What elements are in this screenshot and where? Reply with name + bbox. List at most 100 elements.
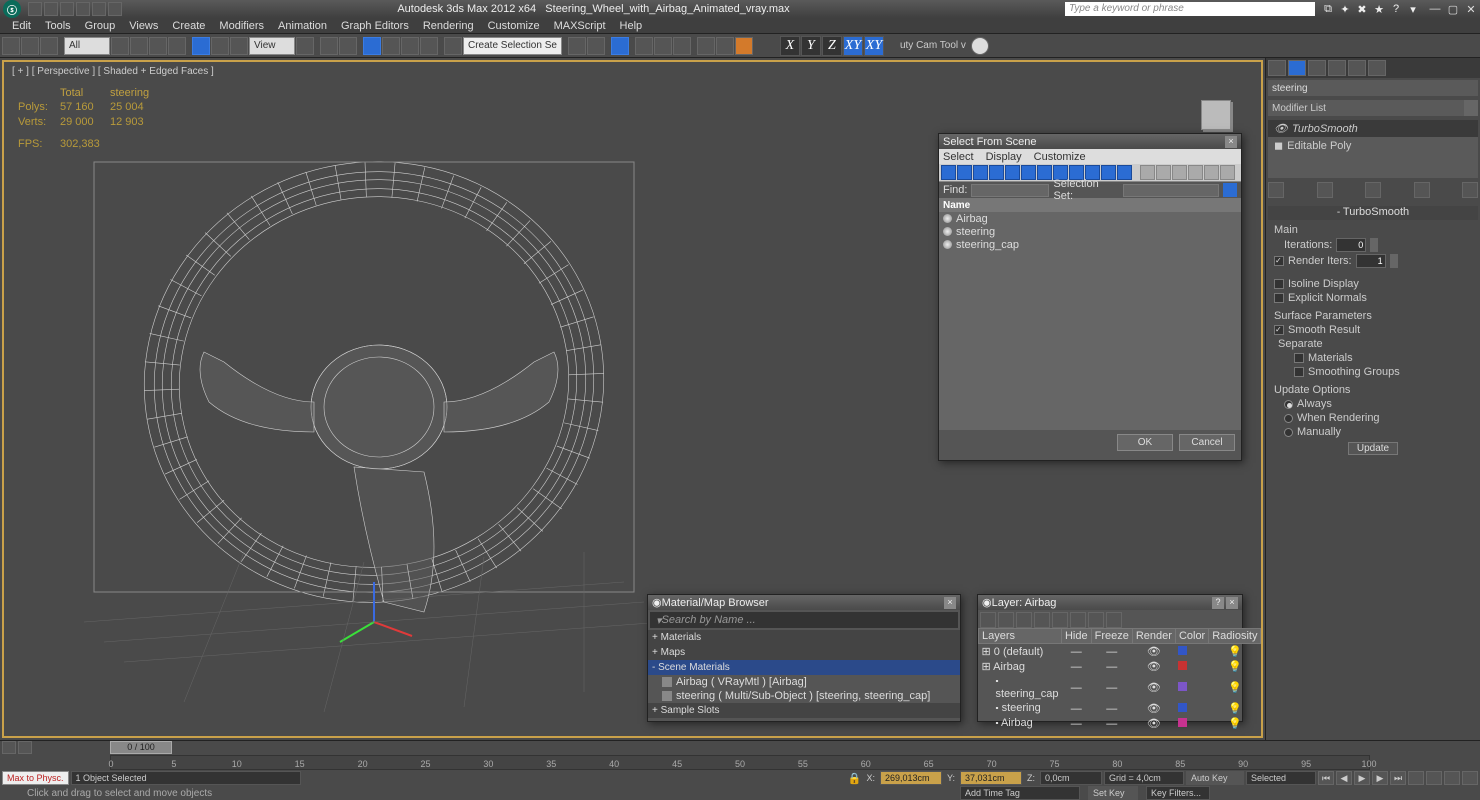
menu-create[interactable]: Create xyxy=(166,19,211,33)
select-scale-icon[interactable] xyxy=(230,37,248,55)
percent-snap-icon[interactable] xyxy=(401,37,419,55)
prev-frame-icon[interactable]: ◀ xyxy=(1336,771,1352,785)
cancel-button[interactable]: Cancel xyxy=(1179,434,1235,451)
col-radiosity[interactable]: Radiosity xyxy=(1209,629,1261,644)
configure-sets-icon[interactable] xyxy=(1462,182,1478,198)
maxscript-button[interactable]: Max to Physc. xyxy=(2,771,69,785)
select-none-icon[interactable] xyxy=(1204,165,1219,180)
axis-z-button[interactable]: Z xyxy=(822,36,842,56)
new-layer-icon[interactable] xyxy=(980,612,996,628)
tab-display-icon[interactable] xyxy=(1348,60,1366,76)
qat-redo-icon[interactable] xyxy=(92,2,106,16)
bind-icon[interactable] xyxy=(40,37,58,55)
spinner-arrows-icon[interactable] xyxy=(1370,238,1378,252)
tab-motion-icon[interactable] xyxy=(1328,60,1346,76)
select-name-icon[interactable] xyxy=(130,37,148,55)
close-icon[interactable]: × xyxy=(944,597,956,609)
time-ruler[interactable]: 0510152025303540455055606570758085909510… xyxy=(110,755,1370,771)
axis-x-button[interactable]: X xyxy=(780,36,800,56)
select-all-icon[interactable] xyxy=(1188,165,1203,180)
material-search[interactable]: ▾ Search by Name ... xyxy=(650,612,958,628)
select-dependents-icon[interactable] xyxy=(1172,165,1187,180)
smooth-result-check[interactable] xyxy=(1274,325,1284,335)
z-coord-field[interactable]: 0,0cm xyxy=(1040,771,1102,785)
menu-animation[interactable]: Animation xyxy=(272,19,333,33)
object-name-field[interactable]: steering xyxy=(1268,80,1478,96)
tab-hierarchy-icon[interactable] xyxy=(1308,60,1326,76)
qat-undo-icon[interactable] xyxy=(76,2,90,16)
dropdown-icon[interactable]: ▾ xyxy=(1406,2,1420,16)
ok-button[interactable]: OK xyxy=(1117,434,1173,451)
update-manual-radio[interactable] xyxy=(1284,428,1293,437)
add-to-layer-icon[interactable] xyxy=(1016,612,1032,628)
menu-group[interactable]: Group xyxy=(79,19,122,33)
tab-utilities-icon[interactable] xyxy=(1368,60,1386,76)
auto-key-button[interactable]: Auto Key xyxy=(1186,771,1244,785)
layer-props-icon[interactable] xyxy=(1106,612,1122,628)
ref-coord-dropdown[interactable]: View xyxy=(249,37,295,55)
layer-row[interactable]: ⬝ Airbag ——👁 💡 xyxy=(979,716,1261,731)
menu-graph-editors[interactable]: Graph Editors xyxy=(335,19,415,33)
filter-cameras-icon[interactable] xyxy=(989,165,1004,180)
modifier-stack[interactable]: 👁TurboSmooth ◼Editable Poly xyxy=(1268,120,1478,178)
show-end-result-icon[interactable] xyxy=(1317,182,1333,198)
curve-editor-icon[interactable] xyxy=(635,37,653,55)
scene-item[interactable]: Airbag xyxy=(939,212,1241,225)
menu-maxscript[interactable]: MAXScript xyxy=(548,19,612,33)
qat-save-icon[interactable] xyxy=(60,2,74,16)
close-icon[interactable]: ✕ xyxy=(1462,2,1480,16)
update-button[interactable]: Update xyxy=(1348,442,1398,455)
material-editor-icon[interactable] xyxy=(673,37,691,55)
qat-new-icon[interactable] xyxy=(28,2,42,16)
cat-maps[interactable]: + Maps xyxy=(648,645,960,660)
render-frame-icon[interactable] xyxy=(716,37,734,55)
pivot-icon[interactable] xyxy=(296,37,314,55)
angle-snap-icon[interactable] xyxy=(382,37,400,55)
select-region-icon[interactable] xyxy=(149,37,167,55)
y-coord-field[interactable]: 37,031cm xyxy=(960,771,1022,785)
axis-xy2-button[interactable]: XY xyxy=(864,36,884,56)
nav-zoom-icon[interactable] xyxy=(1426,771,1442,785)
nav-pan-icon[interactable] xyxy=(1408,771,1424,785)
modifier-item[interactable]: ◼Editable Poly xyxy=(1268,137,1478,154)
invert-selection-icon[interactable] xyxy=(1220,165,1235,180)
update-render-radio[interactable] xyxy=(1284,414,1293,423)
manipulate-icon[interactable] xyxy=(320,37,338,55)
help-search[interactable]: Type a keyword or phrase xyxy=(1065,2,1315,16)
find-input[interactable] xyxy=(971,184,1049,197)
named-sel-icon[interactable] xyxy=(444,37,462,55)
lock-icon[interactable]: 🔒 xyxy=(847,772,861,785)
unlink-icon[interactable] xyxy=(21,37,39,55)
delete-layer-icon[interactable] xyxy=(998,612,1014,628)
qat-link-icon[interactable] xyxy=(108,2,122,16)
highlight-layer-icon[interactable] xyxy=(1052,612,1068,628)
filter-geometry-icon[interactable] xyxy=(941,165,956,180)
update-always-radio[interactable] xyxy=(1284,400,1293,409)
modifier-list-dropdown[interactable]: Modifier List xyxy=(1268,100,1464,116)
sep-sg-check[interactable] xyxy=(1294,367,1304,377)
exchange-icon[interactable]: ✖ xyxy=(1355,2,1369,16)
col-hide[interactable]: Hide xyxy=(1061,629,1091,644)
tl-left-icon[interactable] xyxy=(2,741,16,754)
select-rotate-icon[interactable] xyxy=(211,37,229,55)
menu-views[interactable]: Views xyxy=(123,19,164,33)
tab-create-icon[interactable] xyxy=(1268,60,1286,76)
filter-space-warps-icon[interactable] xyxy=(1021,165,1036,180)
modifier-item[interactable]: 👁TurboSmooth xyxy=(1268,120,1478,137)
make-unique-icon[interactable] xyxy=(1365,182,1381,198)
filter-helpers-icon[interactable] xyxy=(1005,165,1020,180)
col-freeze[interactable]: Freeze xyxy=(1091,629,1132,644)
help-icon[interactable]: ? xyxy=(1212,597,1224,609)
cat-scene-materials[interactable]: - Scene Materials xyxy=(648,660,960,675)
layer-row[interactable]: ⊞ 0 (default) ——👁 💡 xyxy=(979,644,1261,660)
close-icon[interactable]: × xyxy=(1225,136,1237,148)
scene-item[interactable]: steering xyxy=(939,225,1241,238)
align-icon[interactable] xyxy=(587,37,605,55)
scene-item[interactable]: steering_cap xyxy=(939,238,1241,251)
subscription-icon[interactable]: ✦ xyxy=(1338,2,1352,16)
pin-stack-icon[interactable] xyxy=(1268,182,1284,198)
qat-open-icon[interactable] xyxy=(44,2,58,16)
selection-set-input[interactable] xyxy=(1123,184,1219,197)
nav-orbital-icon[interactable] xyxy=(1444,771,1460,785)
explicit-normals-check[interactable] xyxy=(1274,293,1284,303)
